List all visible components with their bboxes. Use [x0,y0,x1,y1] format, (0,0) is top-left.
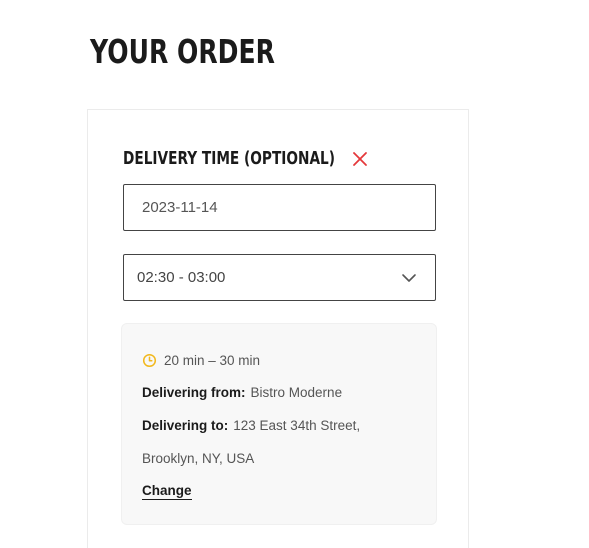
delivering-to-value-line1: 123 East 34th Street, [233,418,361,433]
clock-icon [142,353,157,367]
delivery-date-input[interactable] [123,184,436,231]
delivering-to-label: Delivering to: [142,418,229,433]
close-icon[interactable] [351,150,369,168]
order-page: YOUR ORDER DELIVERY TIME (OPTIONAL) 02:3… [0,0,589,548]
chevron-down-icon [401,271,417,283]
delivering-from-value: Bistro Moderne [250,385,343,400]
delivering-to-line2: Brooklyn, NY, USA [142,451,254,466]
delivering-to-value-line2: Brooklyn, NY, USA [142,451,255,466]
delivery-time-select[interactable]: 02:30 - 03:00 [123,254,436,301]
eta-row: 20 min – 30 min [142,351,260,369]
time-select-value: 02:30 - 03:00 [137,269,226,286]
page-title: YOUR ORDER [90,32,275,71]
delivery-time-title: DELIVERY TIME (OPTIONAL) [123,148,336,169]
eta-text: 20 min – 30 min [164,352,261,368]
delivering-from: Delivering from: Bistro Moderne [142,385,342,400]
delivering-to: Delivering to: 123 East 34th Street, [142,418,360,433]
change-link[interactable]: Change [142,483,192,500]
delivering-from-label: Delivering from: [142,385,246,400]
